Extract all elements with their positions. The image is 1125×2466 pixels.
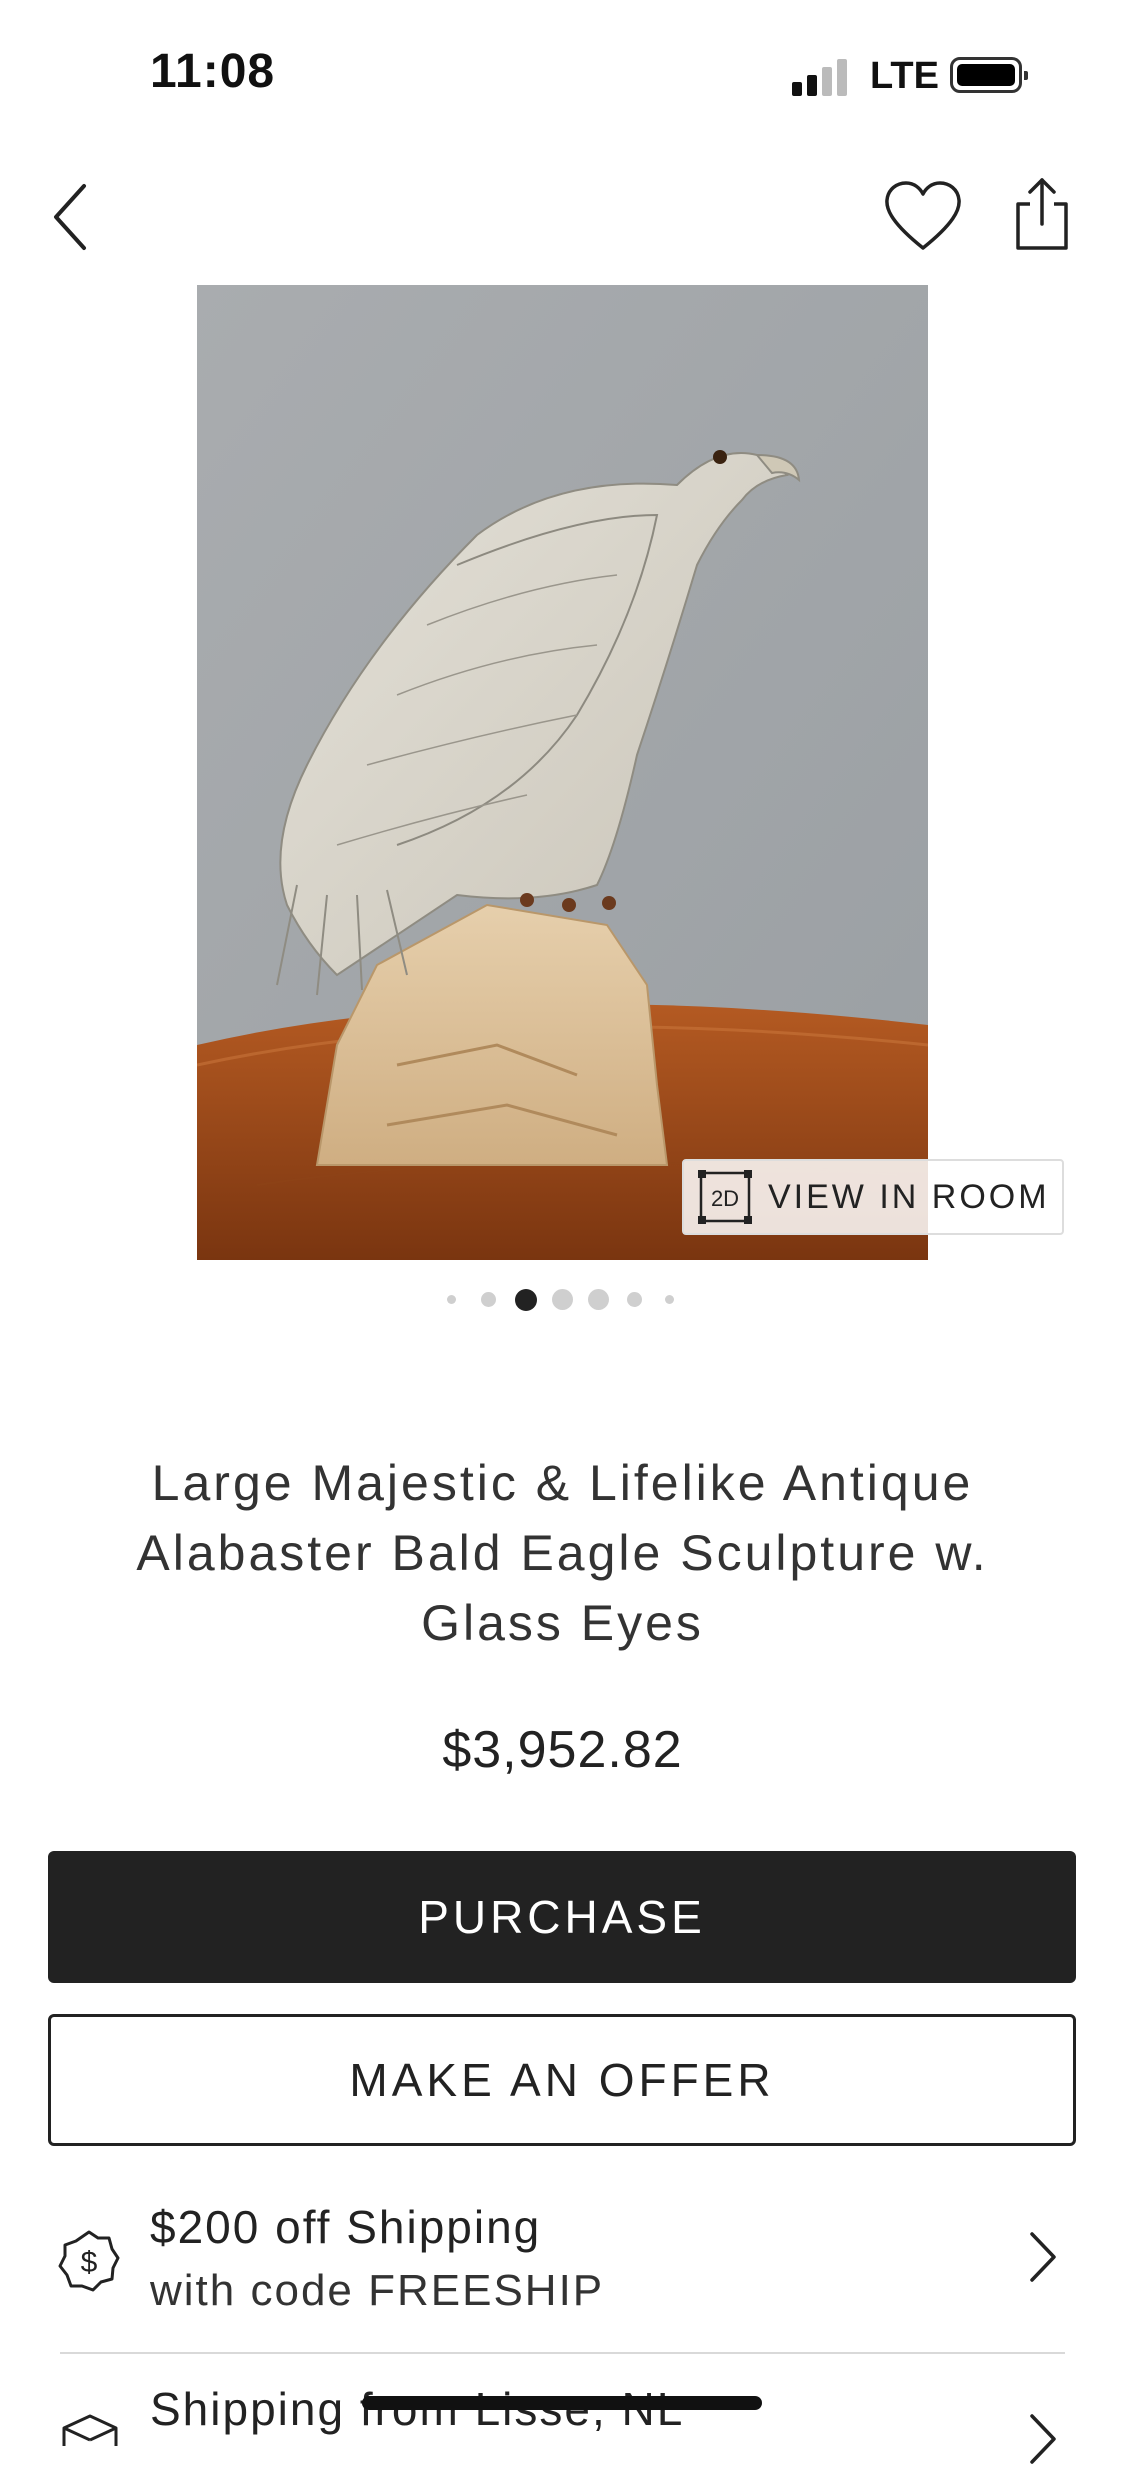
- dollar-badge-icon: $: [58, 2230, 120, 2292]
- chevron-right-icon: [1030, 2232, 1056, 2282]
- carousel-dot[interactable]: [481, 1292, 496, 1307]
- status-bar: 11:08 LTE: [0, 0, 1125, 150]
- purchase-button[interactable]: PURCHASE: [48, 1851, 1076, 1983]
- network-label: LTE: [870, 55, 939, 97]
- carousel-dot[interactable]: [665, 1295, 674, 1304]
- make-offer-button[interactable]: MAKE AN OFFER: [48, 2014, 1076, 2146]
- package-icon: [62, 2414, 118, 2446]
- 2d-badge-text: 2D: [711, 1186, 739, 1211]
- product-image[interactable]: [197, 285, 928, 1260]
- carousel-dot-active[interactable]: [515, 1289, 537, 1311]
- heart-icon[interactable]: [883, 180, 963, 252]
- top-nav: [0, 160, 1125, 280]
- view-in-room-label: VIEW IN ROOM: [768, 1177, 1050, 1216]
- view-in-room-button[interactable]: 2D VIEW IN ROOM: [682, 1159, 1064, 1235]
- carousel-dot[interactable]: [447, 1295, 456, 1304]
- home-indicator[interactable]: [362, 2396, 762, 2410]
- 2d-view-icon: 2D: [698, 1170, 752, 1224]
- status-time: 11:08: [150, 45, 276, 98]
- share-icon[interactable]: [1012, 176, 1072, 252]
- carousel-dot[interactable]: [588, 1289, 609, 1310]
- product-title: Large Majestic & Lifelike Antique Alabas…: [136, 1455, 989, 1651]
- product-price: $3,952.82: [442, 1721, 683, 1779]
- chevron-right-icon: [1030, 2414, 1056, 2464]
- svg-text:$: $: [81, 2246, 98, 2279]
- promo-code-text: with code FREESHIP: [150, 2266, 605, 2315]
- signal-icon: [792, 58, 852, 96]
- carousel-dot[interactable]: [627, 1292, 642, 1307]
- promo-title: $200 off Shipping: [150, 2201, 542, 2253]
- shipping-promo-row[interactable]: $ $200 off Shipping with code FREESHIP: [48, 2184, 1076, 2344]
- back-chevron-icon[interactable]: [50, 182, 90, 252]
- carousel-indicator[interactable]: [0, 1284, 1125, 1314]
- battery-icon: [950, 57, 1028, 93]
- carousel-dot[interactable]: [552, 1289, 573, 1310]
